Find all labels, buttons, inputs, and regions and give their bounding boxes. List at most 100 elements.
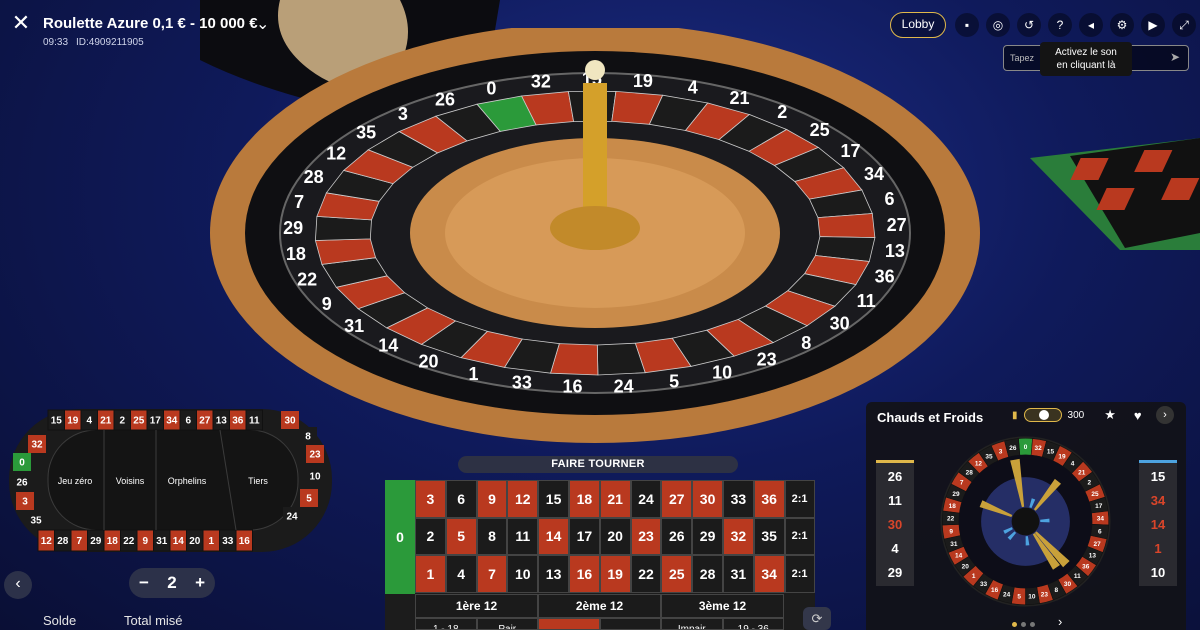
bet-cell[interactable]: 3: [415, 480, 446, 518]
bet-cell[interactable]: 18: [568, 480, 600, 518]
repeat-icon[interactable]: ⟳: [803, 607, 831, 630]
send-icon[interactable]: ➤: [1170, 50, 1180, 64]
wheel-number: 11: [1074, 573, 1081, 580]
bet-cell[interactable]: 36: [753, 480, 785, 518]
racetrack-section-label[interactable]: Voisins: [116, 476, 145, 486]
bet-cell[interactable]: 22: [630, 555, 662, 593]
settings-gear-icon[interactable]: ⚙: [1110, 13, 1134, 37]
bet-cell[interactable]: 7: [476, 555, 508, 593]
bet-cell[interactable]: 17: [568, 517, 600, 555]
bg-wheel-number: 17: [840, 141, 860, 161]
racetrack[interactable]: 15 19 4 21 2 25 17 34 6 27 13 36 1112 28 7 29 18 22 9 31 14 2…: [8, 408, 333, 553]
star-icon[interactable]: ★: [1104, 407, 1116, 423]
cold-number: 15: [1150, 469, 1166, 485]
chevron-down-icon[interactable]: ⌄: [256, 14, 269, 34]
pager-dot[interactable]: [1021, 622, 1026, 627]
increase-button[interactable]: +: [195, 573, 205, 593]
racetrack-number: 25: [133, 416, 145, 427]
wheel-number: 16: [991, 587, 999, 594]
bet-cell[interactable]: 11: [507, 517, 539, 555]
racetrack-number: 1: [208, 536, 214, 547]
outside-bet-cell[interactable]: 1 - 18: [415, 618, 477, 630]
close-button[interactable]: ✕: [10, 12, 32, 34]
racetrack-number: 35: [30, 516, 42, 527]
bet-cell[interactable]: 23: [630, 517, 662, 555]
racetrack-number: 16: [239, 536, 251, 547]
bet-cell[interactable]: 10: [507, 555, 539, 593]
bet-cell[interactable]: 9: [476, 480, 508, 518]
bet-cell[interactable]: 27: [661, 480, 693, 518]
bet-cell-zero[interactable]: 0: [385, 480, 415, 594]
round-time: 09:33: [43, 37, 69, 48]
bet-cell[interactable]: 15: [538, 480, 569, 518]
hot-number: 11: [888, 493, 902, 509]
wheel-number: 31: [950, 541, 958, 548]
outside-bet-cell[interactable]: [599, 618, 661, 630]
racetrack-number: 10: [309, 472, 321, 483]
bet-cell[interactable]: 1: [415, 555, 446, 593]
headset-icon[interactable]: ◎: [986, 13, 1010, 37]
bet-cell[interactable]: 31: [722, 555, 754, 593]
outside-bet-cell[interactable]: Impair: [661, 618, 723, 630]
pager-dot[interactable]: [1012, 622, 1017, 627]
outside-bet-cell[interactable]: [538, 618, 600, 630]
game-title: Roulette Azure 0,1 € - 10 000 €: [43, 15, 258, 32]
bet-cell[interactable]: 24: [630, 480, 662, 518]
dozen-bet-cell[interactable]: 1ère 12: [415, 594, 538, 618]
bet-cell[interactable]: 4: [445, 555, 477, 593]
wheel-number: 13: [1089, 553, 1097, 560]
wheel-number: 4: [1071, 461, 1075, 468]
bet-cell[interactable]: 19: [599, 555, 631, 593]
help-icon[interactable]: ?: [1048, 13, 1072, 37]
bet-cell[interactable]: 14: [538, 517, 569, 555]
bg-wheel-number: 18: [286, 244, 306, 264]
dozens-row: 1ère 12 2ème 12 3ème 12: [415, 594, 784, 618]
lobby-button[interactable]: Lobby: [890, 12, 946, 38]
pager-dot[interactable]: [1030, 622, 1035, 627]
bet-cell[interactable]: 21: [599, 480, 631, 518]
heart-icon[interactable]: ♥: [1134, 408, 1142, 423]
bet-cell[interactable]: 34: [753, 555, 785, 593]
bet-cell[interactable]: 5: [445, 517, 477, 555]
next-panel-button[interactable]: ›: [1156, 406, 1174, 424]
video-icon[interactable]: ▶: [1141, 13, 1165, 37]
bet-cell[interactable]: 13: [538, 555, 569, 593]
bet-cell[interactable]: 29: [692, 517, 723, 555]
bet-cell[interactable]: 16: [568, 555, 600, 593]
history-icon[interactable]: ↺: [1017, 13, 1041, 37]
bet-cell[interactable]: 8: [476, 517, 508, 555]
racetrack-section-label[interactable]: Jeu zéro: [58, 476, 93, 486]
racetrack-number: 24: [286, 512, 298, 523]
back-button[interactable]: ‹: [4, 571, 32, 599]
column-bet-cell[interactable]: 2:1: [784, 480, 815, 518]
racetrack-section-label[interactable]: Orphelins: [168, 476, 207, 486]
outside-bet-cell[interactable]: 19 - 36: [722, 618, 784, 630]
dozen-bet-cell[interactable]: 3ème 12: [661, 594, 784, 618]
rounds-slider[interactable]: [1023, 408, 1062, 422]
column-bet-cell[interactable]: 2:1: [784, 555, 815, 593]
bet-cell[interactable]: 30: [692, 480, 723, 518]
bet-cell[interactable]: 2: [415, 517, 446, 555]
bet-cell[interactable]: 20: [599, 517, 631, 555]
bg-wheel-number: 6: [884, 189, 894, 209]
sound-icon[interactable]: ◂: [1079, 13, 1103, 37]
bet-cell[interactable]: 33: [722, 480, 754, 518]
bet-cell[interactable]: 6: [445, 480, 477, 518]
bet-cell[interactable]: 12: [507, 480, 539, 518]
column-bet-cell[interactable]: 2:1: [784, 517, 815, 555]
hot-number: 29: [887, 564, 903, 580]
chat-icon[interactable]: ▪: [955, 13, 979, 37]
outside-bet-cell[interactable]: Pair: [476, 618, 538, 630]
bet-cell[interactable]: 32: [722, 517, 754, 555]
racetrack-section-label[interactable]: Tiers: [248, 476, 268, 486]
bet-cell[interactable]: 35: [753, 517, 785, 555]
fullscreen-icon[interactable]: ⤢: [1172, 13, 1196, 37]
dozen-bet-cell[interactable]: 2ème 12: [538, 594, 661, 618]
bet-cell[interactable]: 25: [661, 555, 693, 593]
decrease-button[interactable]: −: [139, 573, 149, 593]
bet-cell[interactable]: 26: [661, 517, 693, 555]
bg-wheel-number: 4: [688, 77, 698, 97]
racetrack-number: 23: [309, 450, 321, 461]
bet-cell[interactable]: 28: [692, 555, 723, 593]
next-arrow-icon[interactable]: ›: [1058, 614, 1062, 629]
